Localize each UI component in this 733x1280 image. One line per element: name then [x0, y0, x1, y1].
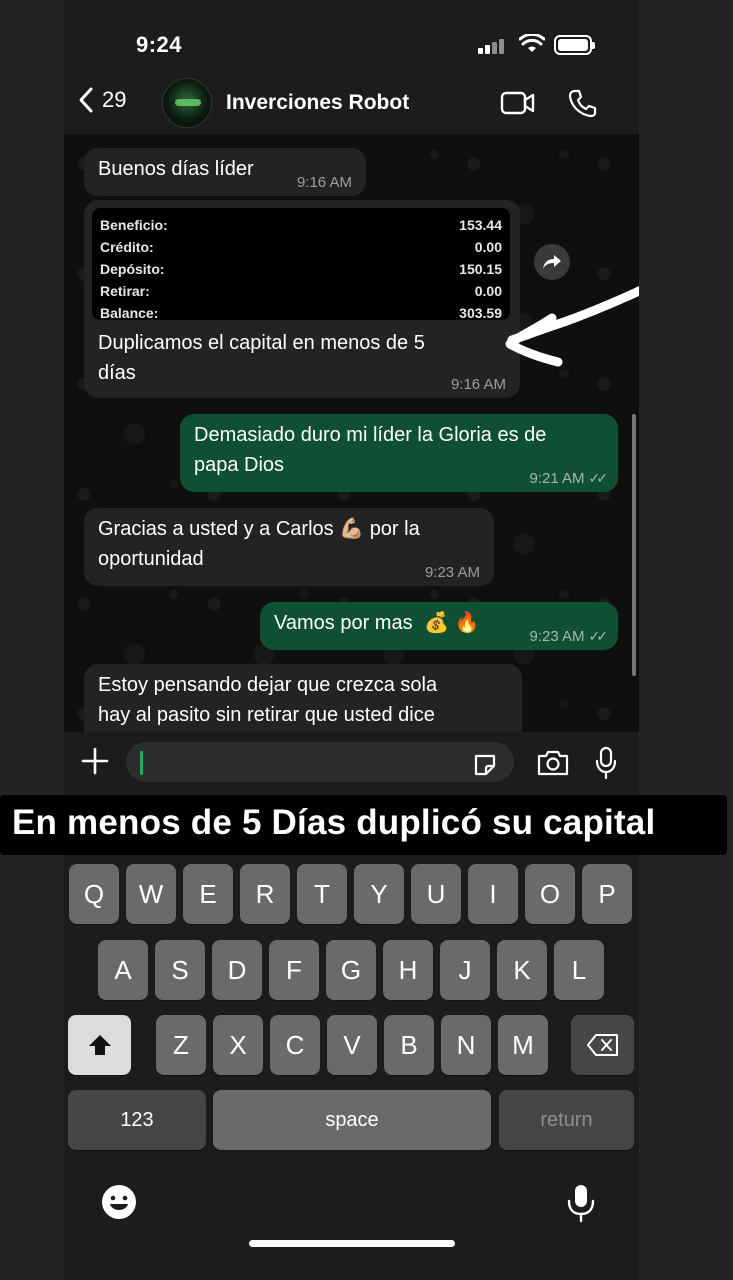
key-t[interactable]: T [297, 864, 347, 924]
contact-avatar[interactable] [162, 78, 212, 128]
return-key[interactable]: return [499, 1090, 634, 1150]
key-c[interactable]: C [270, 1015, 320, 1075]
key-l[interactable]: L [554, 940, 604, 1000]
outer-frame-left [0, 0, 64, 1280]
caption-banner: En menos de 5 Días duplicó su capital [0, 795, 727, 855]
outer-frame-right [639, 0, 733, 1280]
keyboard: QWERTYUIOP ASDFGHJKL ZXCVBNM 123 space r… [64, 855, 639, 1280]
backspace-icon [586, 1034, 618, 1056]
key-a[interactable]: A [98, 940, 148, 1000]
back-button[interactable]: 29 [78, 86, 126, 114]
video-call-icon[interactable] [500, 90, 536, 116]
plus-icon[interactable] [80, 746, 110, 776]
status-bar: 9:24 [64, 0, 639, 80]
key-h[interactable]: H [383, 940, 433, 1000]
key-p[interactable]: P [582, 864, 632, 924]
emoji-icon[interactable] [100, 1183, 138, 1221]
chevron-left-icon [79, 87, 93, 113]
contact-name[interactable]: Inverciones Robot [226, 91, 409, 115]
key-y[interactable]: Y [354, 864, 404, 924]
key-s[interactable]: S [155, 940, 205, 1000]
key-q[interactable]: Q [69, 864, 119, 924]
key-z[interactable]: Z [156, 1015, 206, 1075]
numbers-key[interactable]: 123 [68, 1090, 206, 1150]
message-input-bar [64, 732, 639, 794]
text-cursor [140, 751, 143, 775]
space-key[interactable]: space [213, 1090, 491, 1150]
status-time: 9:24 [136, 32, 183, 57]
dictation-icon[interactable] [566, 1183, 596, 1223]
key-n[interactable]: N [441, 1015, 491, 1075]
phone-screen: 9:24 29 Inverciones Robot Buenos días lí… [64, 0, 639, 1280]
home-indicator[interactable] [249, 1240, 455, 1247]
key-g[interactable]: G [326, 940, 376, 1000]
chat-area[interactable]: Buenos días líder 9:16 AM Beneficio: 153.… [64, 134, 639, 732]
key-e[interactable]: E [183, 864, 233, 924]
message-input[interactable] [126, 742, 514, 782]
key-i[interactable]: I [468, 864, 518, 924]
microphone-icon[interactable] [594, 746, 618, 780]
key-w[interactable]: W [126, 864, 176, 924]
shift-icon [88, 1035, 111, 1055]
key-k[interactable]: K [497, 940, 547, 1000]
hand-drawn-arrow [505, 286, 639, 367]
key-v[interactable]: V [327, 1015, 377, 1075]
camera-icon[interactable] [536, 749, 570, 777]
sticker-icon[interactable] [472, 752, 498, 778]
wifi-icon [519, 34, 545, 52]
shift-key[interactable] [68, 1015, 131, 1075]
key-m[interactable]: M [498, 1015, 548, 1075]
key-d[interactable]: D [212, 940, 262, 1000]
signal-icon [478, 38, 508, 54]
key-j[interactable]: J [440, 940, 490, 1000]
key-f[interactable]: F [269, 940, 319, 1000]
key-u[interactable]: U [411, 864, 461, 924]
unread-count: 29 [102, 87, 127, 112]
chat-header: 29 Inverciones Robot [64, 78, 639, 134]
caption-text: En menos de 5 Días duplicó su capital [12, 803, 656, 842]
backspace-key[interactable] [571, 1015, 634, 1075]
key-r[interactable]: R [240, 864, 290, 924]
key-x[interactable]: X [213, 1015, 263, 1075]
battery-icon [554, 35, 595, 55]
key-o[interactable]: O [525, 864, 575, 924]
key-b[interactable]: B [384, 1015, 434, 1075]
phone-call-icon[interactable] [568, 88, 598, 118]
